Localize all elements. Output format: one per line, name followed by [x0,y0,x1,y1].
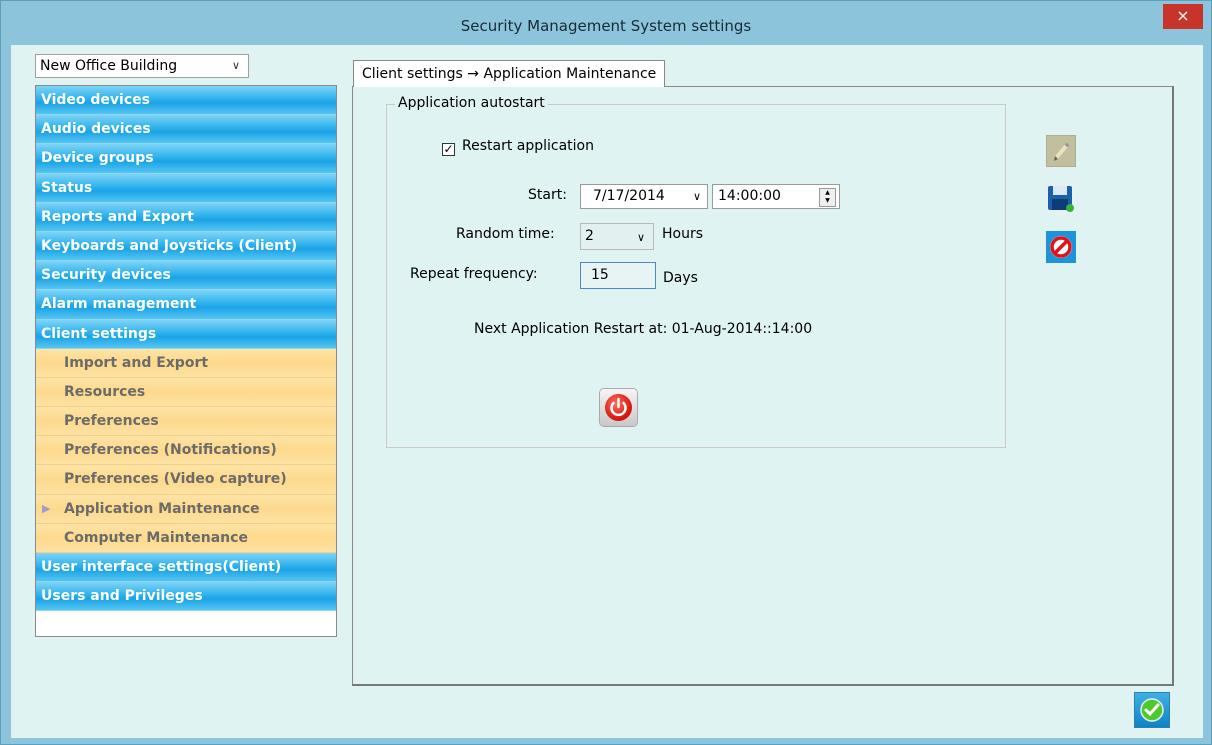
sidebar-item-label: Users and Privileges [41,588,203,605]
sidebar-item-computer-maintenance[interactable]: Computer Maintenance [36,523,336,553]
chevron-down-icon: ∨ [231,59,240,72]
sidebar-item-label: Reports and Export [41,208,194,225]
group-title: Application autostart [395,95,548,111]
repeat-frequency-value: 15 [591,267,609,283]
random-time-label: Random time: [456,226,555,242]
repeat-frequency-input[interactable]: 15 [580,262,656,289]
start-label: Start: [528,187,567,203]
time-spinner[interactable]: ▲ ▼ [819,188,836,207]
random-time-select[interactable]: 2 ∨ [580,223,654,250]
window-client-area: New Office Building ∨ Video devices Audio… [11,45,1203,738]
building-select[interactable]: New Office Building ∨ [35,54,249,78]
sidebar-item-label: Video devices [41,92,150,108]
tab-application-maintenance[interactable]: Client settings → Application Maintenanc… [353,60,666,87]
cancel-button[interactable] [1046,231,1076,263]
sidebar-item-preferences[interactable]: Preferences [36,407,336,437]
sidebar-item-status[interactable]: Status [36,173,336,203]
sidebar-item-user-interface-settings-client[interactable]: User interface settings(Client) [36,553,336,583]
pencil-icon [1054,142,1070,161]
restart-application-checkbox[interactable]: ✓ [442,143,455,156]
random-time-unit: Hours [662,226,704,242]
sidebar-item-label: Computer Maintenance [64,529,248,546]
start-time-value: 14:00:00 [718,188,781,204]
sidebar-item-label: Client settings [41,325,157,342]
sidebar-item-audio-devices[interactable]: Audio devices [36,115,336,145]
sidebar-item-resources[interactable]: Resources [36,377,336,408]
sidebar-item-label: Audio devices [41,121,151,138]
building-select-value: New Office Building [40,58,178,74]
settings-window: Security Management System settings × Ne… [0,0,1212,745]
application-autostart-group: Application autostart ✓ Restart applicat… [386,95,1006,448]
sidebar-item-label: Import and Export [64,354,209,371]
checkmark-glyph: ✓ [443,142,454,156]
sidebar-item-label: Resources [64,383,146,400]
sidebar-item-alarm-management[interactable]: Alarm management [36,290,336,320]
ok-button[interactable] [1134,692,1170,728]
sidebar-item-label: Alarm management [41,296,197,313]
sidebar-item-import-and-export[interactable]: Import and Export [36,348,336,378]
edit-button[interactable] [1046,135,1076,167]
sidebar-item-users-and-privileges[interactable]: Users and Privileges [36,582,336,612]
sidebar-item-label: Preferences [64,413,159,430]
tab-panel: Application autostart ✓ Restart applicat… [352,86,1174,686]
window-title: Security Management System settings [460,17,752,35]
sidebar-item-label: Preferences (Notifications) [64,442,277,459]
sidebar-item-preferences-notifications[interactable]: Preferences (Notifications) [36,436,336,466]
power-symbol [610,397,627,417]
tab-label: Client settings → Application Maintenanc… [362,66,657,82]
chevron-down-icon: ∨ [692,190,701,203]
start-date-picker[interactable]: 7/17/2014 ∨ [580,184,708,209]
sidebar-item-keyboards-and-joysticks-client[interactable]: Keyboards and Joysticks (Client) [36,231,336,262]
sidebar-item-security-devices[interactable]: Security devices [36,261,336,291]
start-time-field[interactable]: 14:00:00 ▲ ▼ [712,184,840,209]
sidebar-item-client-settings[interactable]: Client settings [36,319,336,349]
sidebar-item-label: Device groups [41,150,154,167]
sidebar-item-video-devices[interactable]: Video devices [36,86,336,116]
sidebar-item-preferences-video-capture[interactable]: Preferences (Video capture) [36,465,336,495]
sidebar-item-label: Preferences (Video capture) [64,471,287,488]
chevron-down-icon: ∨ [636,231,645,244]
restart-application-label: Restart application [462,138,594,154]
start-date-value: 7/17/2014 [593,188,665,204]
sidebar-item-label: Status [41,179,93,196]
sidebar-item-label: Keyboards and Joysticks (Client) [41,237,298,254]
repeat-frequency-label: Repeat frequency: [410,266,538,282]
no-entry-icon [1046,231,1076,263]
sidebar-item-label: Application Maintenance [64,500,260,517]
floppy-disk-icon [1048,186,1074,212]
sidebar-item-reports-and-export[interactable]: Reports and Export [36,202,336,232]
random-time-value: 2 [585,228,594,244]
settings-nav-tree: Video devices Audio devices Device groups S… [35,85,337,637]
sidebar-item-label: User interface settings(Client) [41,559,282,575]
restart-now-button[interactable] [600,389,637,426]
checkmark-icon [1140,698,1164,722]
save-button[interactable] [1046,182,1076,214]
sidebar-item-device-groups[interactable]: Device groups [36,144,336,174]
selected-arrow-icon: ▶ [42,501,51,515]
close-icon: × [1176,6,1190,25]
sidebar-item-application-maintenance[interactable]: ▶ Application Maintenance [36,494,336,524]
sidebar-item-label: Security devices [41,267,171,284]
repeat-frequency-unit: Days [663,270,698,286]
close-button[interactable]: × [1163,4,1203,29]
next-restart-text: Next Application Restart at: 01-Aug-2014… [474,321,813,337]
